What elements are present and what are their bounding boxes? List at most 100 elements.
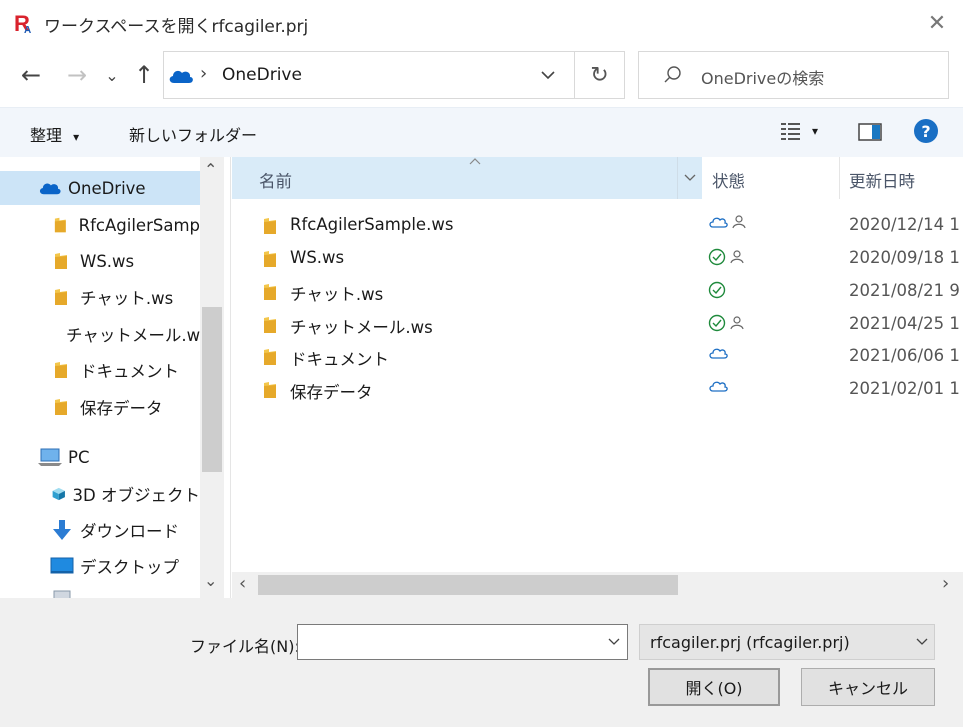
- table-row[interactable]: 保存データ 2021/02/01 1: [232, 373, 963, 406]
- horizontal-scrollbar[interactable]: ‹ ›: [232, 572, 963, 598]
- search-placeholder: OneDriveの検索: [701, 69, 825, 88]
- file-name: RfcAgilerSample.ws: [290, 215, 454, 234]
- sidebar-item-label: ドキュメント: [80, 362, 179, 381]
- modified-date: 2020/12/14 1: [849, 215, 960, 234]
- pane-divider[interactable]: [230, 157, 231, 598]
- recent-locations-button[interactable]: ⌄: [103, 60, 121, 90]
- cloud-icon: [169, 70, 193, 83]
- folder-icon: [264, 284, 276, 300]
- folder-icon: [264, 382, 276, 398]
- folder-icon: [55, 253, 67, 269]
- sidebar-item-pc[interactable]: PC: [0, 440, 200, 474]
- forward-button[interactable]: →: [62, 60, 92, 90]
- sync-status: [708, 379, 728, 393]
- column-separator[interactable]: [839, 157, 840, 199]
- sidebar-item-ws[interactable]: WS.ws: [0, 244, 200, 278]
- up-button[interactable]: ↑: [130, 60, 158, 90]
- synced-check-icon: [708, 281, 726, 299]
- view-options-button[interactable]: ▾: [780, 121, 818, 141]
- scroll-down-icon[interactable]: ⌄: [204, 571, 217, 590]
- sidebar-item-desktop[interactable]: デスクトップ: [0, 549, 200, 583]
- chevron-down-icon: [916, 638, 928, 645]
- sidebar-item-label: PC: [68, 447, 90, 467]
- sidebar-scroll-thumb[interactable]: [202, 307, 222, 472]
- folder-icon: [54, 217, 66, 233]
- chevron-down-icon[interactable]: [541, 71, 555, 80]
- column-header-name[interactable]: 名前: [232, 157, 702, 199]
- scroll-right-icon[interactable]: ›: [942, 573, 949, 594]
- sidebar-scrollbar[interactable]: ⌃ ⌄: [200, 157, 224, 598]
- sidebar-item-documents[interactable]: ドキュメント: [0, 353, 200, 387]
- file-list: 名前 状態 更新日時 RfcAgilerSample.ws 2020/12/14…: [232, 157, 963, 598]
- filename-label: ファイル名(N):: [190, 637, 300, 656]
- folder-icon: [55, 399, 67, 415]
- sync-status: [708, 346, 728, 360]
- sidebar-item-label: 3D オブジェクト: [72, 486, 200, 505]
- sidebar-item-label: WS.ws: [80, 251, 135, 271]
- chevron-down-icon[interactable]: [608, 638, 620, 646]
- refresh-button[interactable]: ↻: [575, 51, 625, 99]
- scroll-up-icon[interactable]: ⌃: [204, 160, 217, 179]
- 3d-objects-icon: [52, 487, 65, 501]
- folder-icon: [264, 317, 276, 333]
- filename-input[interactable]: [297, 624, 628, 660]
- modified-date: 2020/09/18 1: [849, 248, 960, 267]
- horizontal-scroll-thumb[interactable]: [258, 575, 678, 595]
- table-row[interactable]: チャット.ws 2021/08/21 9: [232, 275, 963, 308]
- breadcrumb-onedrive[interactable]: OneDrive: [222, 65, 302, 85]
- column-header-status[interactable]: 状態: [712, 168, 745, 192]
- sidebar-item-downloads[interactable]: ダウンロード: [0, 513, 200, 547]
- sidebar-item-onedrive[interactable]: OneDrive: [0, 171, 200, 205]
- close-button[interactable]: ✕: [918, 6, 956, 40]
- folder-icon: [55, 289, 67, 305]
- file-name: 保存データ: [290, 383, 373, 402]
- sidebar-item-label: OneDrive: [68, 178, 146, 198]
- window-title: ワークスペースを開くrfcagiler.prj: [44, 17, 309, 37]
- cancel-button[interactable]: キャンセル: [801, 668, 935, 706]
- sidebar-item-chat-mail[interactable]: チャットメール.ws: [0, 317, 200, 351]
- help-icon[interactable]: ?: [914, 119, 938, 143]
- command-bar: 整理 ▾ 新しいフォルダー ▾ ?: [0, 107, 963, 157]
- sync-status: [708, 215, 746, 229]
- search-input[interactable]: OneDriveの検索: [638, 51, 949, 99]
- details-view-icon: [781, 123, 800, 140]
- sidebar-item-chat[interactable]: チャット.ws: [0, 280, 200, 314]
- address-bar[interactable]: › OneDrive: [163, 51, 575, 99]
- navigation-pane: OneDrive RfcAgilerSamp WS.ws チャット.ws チャッ…: [0, 157, 224, 598]
- file-type-select[interactable]: rfcagiler.prj (rfcagiler.prj): [639, 624, 935, 660]
- sidebar-item-saved-data[interactable]: 保存データ: [0, 390, 200, 424]
- open-button[interactable]: 開く(O): [648, 668, 780, 706]
- table-row[interactable]: チャットメール.ws 2021/04/25 1: [232, 308, 963, 341]
- modified-date: 2021/04/25 1: [849, 314, 960, 333]
- file-name: チャット.ws: [290, 285, 384, 304]
- file-name: WS.ws: [290, 248, 345, 267]
- sidebar-item-label: デスクトップ: [80, 558, 179, 577]
- file-type-value: rfcagiler.prj (rfcagiler.prj): [650, 633, 850, 652]
- table-row[interactable]: ドキュメント 2021/06/06 1: [232, 340, 963, 373]
- sidebar-item-label: 保存データ: [80, 399, 163, 418]
- sidebar-item-label: チャットメール.ws: [66, 326, 200, 345]
- column-label-name: 名前: [259, 172, 292, 191]
- preview-pane-icon[interactable]: [858, 122, 882, 142]
- document-icon: [53, 590, 71, 598]
- new-folder-button[interactable]: 新しいフォルダー: [129, 122, 257, 146]
- app-logo-icon: R A: [14, 11, 31, 35]
- sidebar-item-rfcagilersample[interactable]: RfcAgilerSamp: [0, 208, 200, 242]
- column-filter-dropdown[interactable]: [677, 157, 702, 199]
- folder-icon: [264, 251, 276, 267]
- column-header-modified[interactable]: 更新日時: [849, 168, 915, 192]
- sidebar-item-3d-objects[interactable]: 3D オブジェクト: [0, 477, 200, 511]
- folder-icon: [55, 362, 67, 378]
- search-icon: [664, 66, 681, 83]
- refresh-icon: ↻: [590, 62, 609, 88]
- table-row[interactable]: RfcAgilerSample.ws 2020/12/14 1: [232, 209, 963, 242]
- person-icon: [730, 316, 744, 330]
- organize-button[interactable]: 整理 ▾: [30, 122, 79, 146]
- person-icon: [732, 215, 746, 229]
- sync-status: [708, 314, 744, 332]
- table-row[interactable]: WS.ws 2020/09/18 1: [232, 242, 963, 275]
- dialog-footer: ファイル名(N): rfcagiler.prj (rfcagiler.prj) …: [0, 598, 963, 727]
- back-button[interactable]: ←: [14, 60, 48, 90]
- pc-icon: [38, 448, 62, 466]
- scroll-left-icon[interactable]: ‹: [239, 573, 246, 594]
